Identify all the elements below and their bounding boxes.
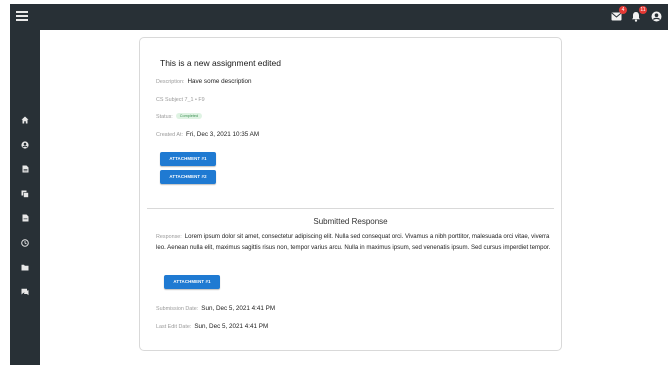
description-label: Description: xyxy=(156,79,185,85)
sidebar xyxy=(10,30,40,365)
assignment-card: This is a new assignment edited Descript… xyxy=(139,37,562,351)
submission-date-row: Submission Date: Sun, Dec 5, 2021 4:41 PM xyxy=(156,305,275,312)
last-edit-label: Last Edit Date: xyxy=(156,324,192,330)
response-value: Lorem ipsum dolor sit amet, consectetur … xyxy=(156,233,551,251)
sidebar-nav xyxy=(10,108,40,304)
assignment-title: This is a new assignment edited xyxy=(160,58,281,68)
mail-icon[interactable]: 4 xyxy=(610,6,627,23)
subject-text: CS Subject 7_1 • F9 xyxy=(156,97,205,103)
copy-icon[interactable] xyxy=(10,182,40,207)
last-edit-row: Last Edit Date: Sun, Dec 5, 2021 4:41 PM xyxy=(156,323,268,330)
submission-date-value: Sun, Dec 5, 2021 4:41 PM xyxy=(201,305,276,312)
notification-badge: 11 xyxy=(639,6,647,14)
status-row: Status: Completed xyxy=(156,113,203,120)
account-circle-icon[interactable] xyxy=(10,133,40,158)
response-attachment-button[interactable]: ATTACHMENT #1 xyxy=(164,275,220,289)
description-value: Have some description xyxy=(187,78,252,85)
clock-icon[interactable] xyxy=(10,231,40,256)
bell-icon[interactable]: 11 xyxy=(630,6,647,23)
submitted-response-heading: Submitted Response xyxy=(313,217,388,226)
description-row: Description: Have some description xyxy=(156,78,252,85)
file-icon[interactable] xyxy=(10,206,40,231)
top-app-bar: 4 11 xyxy=(10,4,668,30)
attachment-2-button[interactable]: ATTACHMENT #2 xyxy=(160,170,216,184)
response-label: Response: xyxy=(156,234,182,240)
hamburger-menu-icon[interactable] xyxy=(16,11,28,23)
attachment-1-button[interactable]: ATTACHMENT #1 xyxy=(160,152,216,166)
created-value: Fri, Dec 3, 2021 10:35 AM xyxy=(185,131,260,138)
top-bar-actions: 4 11 xyxy=(610,6,662,23)
created-label: Created At: xyxy=(156,132,183,138)
account-icon[interactable] xyxy=(650,9,662,23)
last-edit-value: Sun, Dec 5, 2021 4:41 PM xyxy=(194,323,269,330)
status-label: Status: xyxy=(156,114,173,120)
home-icon[interactable] xyxy=(10,108,40,133)
submission-date-label: Submission Date: xyxy=(156,306,199,312)
status-badge: Completed xyxy=(175,113,203,120)
response-text: Response: Lorem ipsum dolor sit amet, con… xyxy=(156,232,552,253)
folder-icon[interactable] xyxy=(10,255,40,280)
chat-icon[interactable] xyxy=(10,280,40,305)
created-row: Created At: Fri, Dec 3, 2021 10:35 AM xyxy=(156,131,259,138)
document-icon[interactable] xyxy=(10,157,40,182)
section-divider xyxy=(147,208,554,209)
mail-badge: 4 xyxy=(619,6,627,14)
